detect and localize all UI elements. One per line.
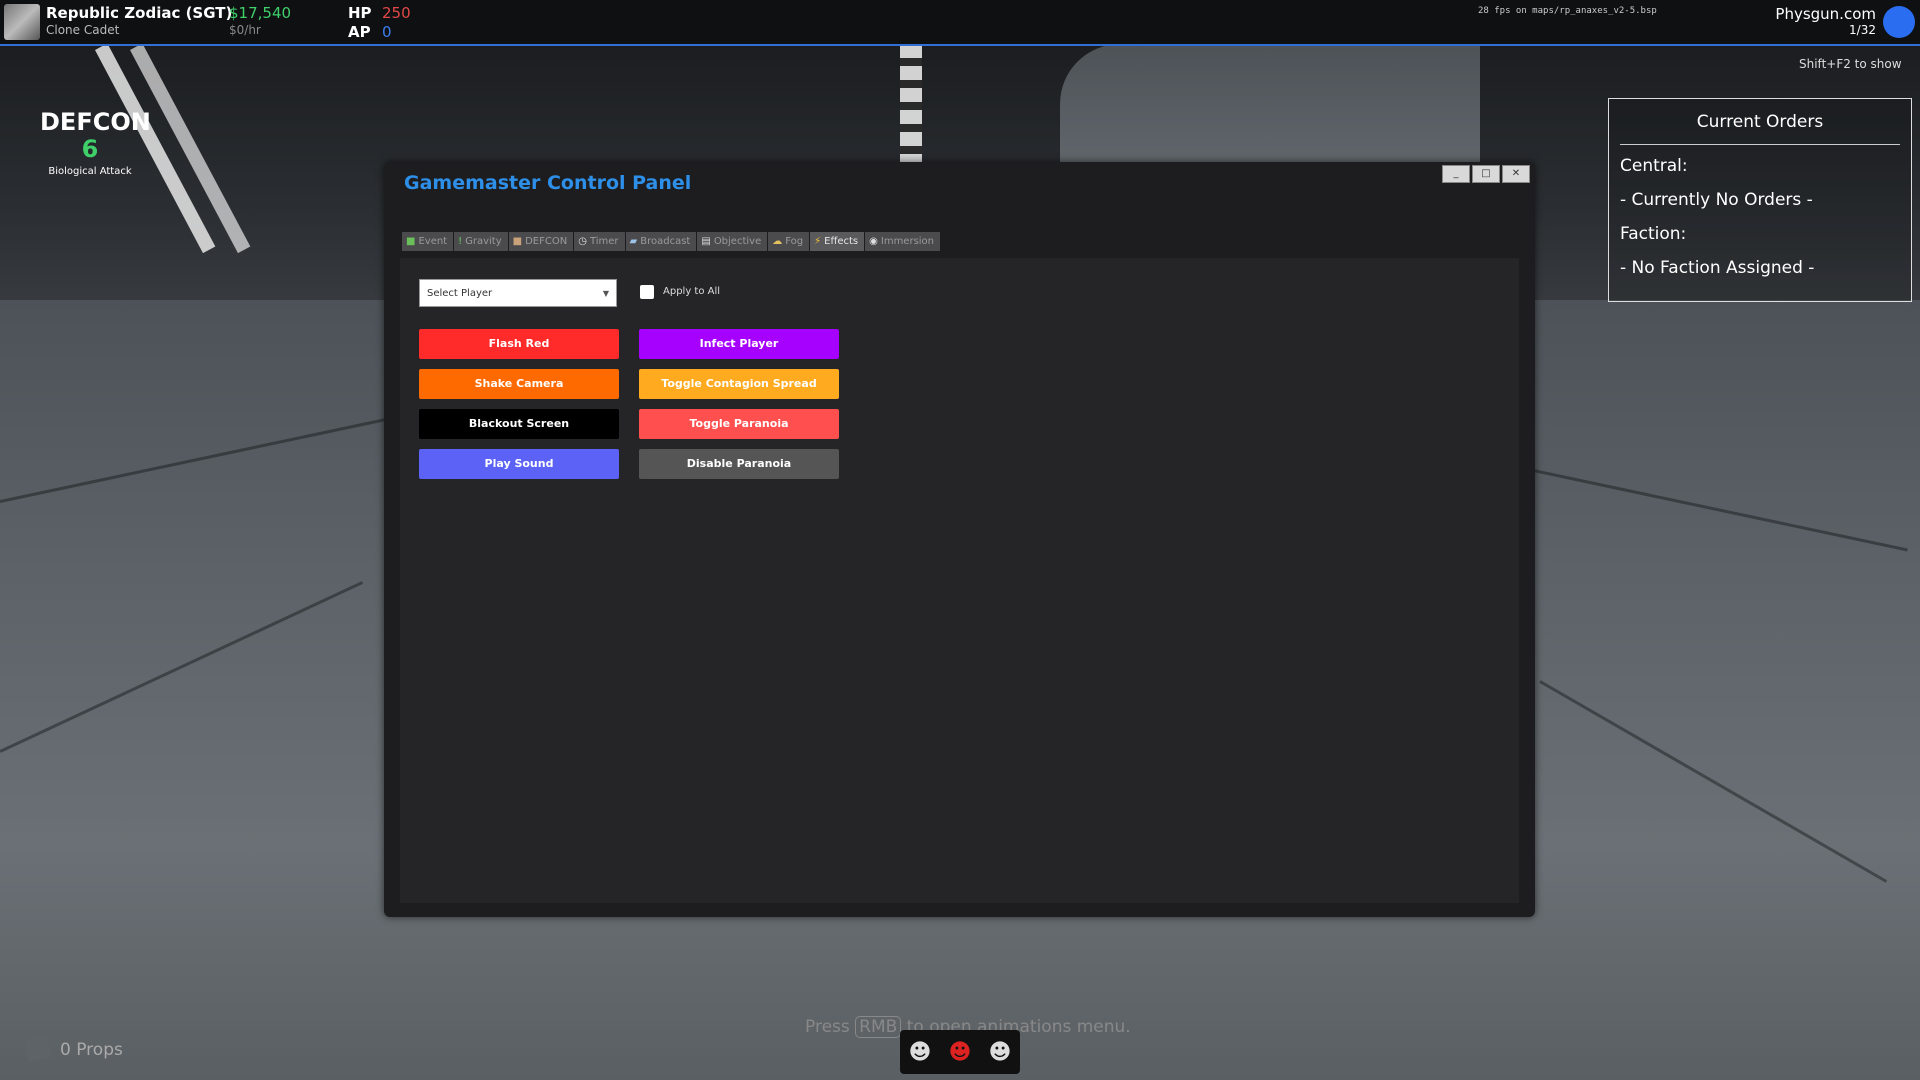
anim-hint-press: Press xyxy=(805,1017,850,1037)
defcon-indicator: DEFCON 6 Biological Attack xyxy=(40,108,151,177)
props-count: 0 Props xyxy=(60,1040,123,1060)
orders-central-value: - Currently No Orders - xyxy=(1620,190,1813,210)
hp-value: 250 xyxy=(382,4,411,22)
toggle-paranoia-button[interactable]: Toggle Paranoia xyxy=(639,409,839,439)
flash-red-button[interactable]: Flash Red xyxy=(419,329,619,359)
player-rank: Clone Cadet xyxy=(46,23,120,37)
hp-label: HP xyxy=(348,4,372,22)
orders-faction-label: Faction: xyxy=(1620,224,1687,244)
voice-loud-icon: ☻ xyxy=(988,1039,1012,1065)
minimize-button[interactable]: _ xyxy=(1442,165,1470,183)
defcon-subtitle: Biological Attack xyxy=(48,166,132,177)
ap-value: 0 xyxy=(382,23,392,41)
tab-label: Event xyxy=(418,236,448,247)
apply-to-all-checkbox[interactable] xyxy=(640,285,654,299)
tab-label: Broadcast xyxy=(640,236,691,247)
timer-icon: ◷ xyxy=(578,236,587,247)
tab-label: Timer xyxy=(589,236,619,247)
broadcast-icon: ▰ xyxy=(629,236,638,247)
apply-to-all-label: Apply to All xyxy=(663,286,721,297)
defcon-level: 6 xyxy=(81,135,99,163)
server-logo-icon xyxy=(1883,6,1915,38)
select-player-value: Select Player xyxy=(427,288,493,299)
tab-label: Effects xyxy=(824,236,859,247)
immersion-icon: ◉ xyxy=(869,236,878,247)
tab-timer[interactable]: ◷ Timer xyxy=(574,232,625,251)
orders-divider xyxy=(1620,144,1900,145)
blackout-screen-button[interactable]: Blackout Screen xyxy=(419,409,619,439)
toggle-contagion-button[interactable]: Toggle Contagion Spread xyxy=(639,369,839,399)
top-hud-bar: Republic Zodiac (SGT) Clone Cadet $17,54… xyxy=(0,0,1920,46)
current-orders-box: Current Orders Central: - Currently No O… xyxy=(1608,98,1912,302)
voice-active-icon: ☻ xyxy=(948,1039,972,1065)
money-value: $17,540 xyxy=(229,4,292,22)
tab-gravity[interactable]: ! Gravity xyxy=(454,232,508,251)
defcon-icon: ■ xyxy=(512,236,523,247)
server-name: Physgun.com xyxy=(1775,5,1876,23)
objective-icon: ▤ xyxy=(701,236,711,247)
tab-label: Immersion xyxy=(880,236,935,247)
orders-central-label: Central: xyxy=(1620,156,1688,176)
tab-broadcast[interactable]: ▰ Broadcast xyxy=(625,232,697,251)
voice-chat-indicator: ☻ ☻ ☻ xyxy=(900,1030,1020,1074)
orders-title: Current Orders xyxy=(1696,112,1824,132)
tab-label: Fog xyxy=(785,236,804,247)
window-controls: _ □ ✕ xyxy=(1442,165,1530,183)
tab-event[interactable]: ■ Event xyxy=(402,232,454,251)
tab-label: DEFCON xyxy=(525,236,568,247)
tab-immersion[interactable]: ◉ Immersion xyxy=(865,232,941,251)
gamemaster-control-panel: Gamemaster Control Panel _ □ ✕ ■ Event ! G… xyxy=(384,162,1535,917)
panel-title: Gamemaster Control Panel xyxy=(404,172,692,194)
fog-icon: ☁ xyxy=(772,236,783,247)
player-name: Republic Zodiac (SGT) xyxy=(46,4,233,22)
tab-fog[interactable]: ☁ Fog xyxy=(768,232,810,251)
anim-hint-key: RMB xyxy=(855,1016,902,1038)
orders-faction-value: - No Faction Assigned - xyxy=(1620,258,1815,278)
salary-value: $0/hr xyxy=(229,23,261,37)
voice-head-icon: ☻ xyxy=(908,1039,932,1065)
tab-effects[interactable]: ⚡ Effects xyxy=(810,232,865,251)
defcon-title: DEFCON xyxy=(40,108,151,136)
fps-readout: 28 fps on maps/rp_anaxes_v2-5.bsp xyxy=(1478,6,1657,16)
chevron-down-icon: ▼ xyxy=(602,289,609,298)
floor-seam xyxy=(1539,680,1888,883)
tab-label: Gravity xyxy=(465,236,502,247)
effects-tab-content: Select Player ▼ Apply to All Flash Red S… xyxy=(400,258,1519,903)
avatar xyxy=(4,4,40,40)
tab-label: Objective xyxy=(713,236,762,247)
player-count: 1/32 xyxy=(1849,23,1876,37)
infect-player-button[interactable]: Infect Player xyxy=(639,329,839,359)
select-player-dropdown[interactable]: Select Player ▼ xyxy=(419,279,617,307)
floor-seam xyxy=(0,581,364,753)
shift-f2-hint: Shift+F2 to show xyxy=(1799,57,1902,71)
disable-paranoia-button[interactable]: Disable Paranoia xyxy=(639,449,839,479)
gravity-icon: ! xyxy=(458,236,463,247)
ap-label: AP xyxy=(348,23,371,41)
maximize-button[interactable]: □ xyxy=(1472,165,1500,183)
panel-tabs: ■ Event ! Gravity ■ DEFCON ◷ Timer ▰ Broadcas… xyxy=(402,232,941,251)
close-button[interactable]: ✕ xyxy=(1502,165,1530,183)
event-icon: ■ xyxy=(406,236,416,247)
tab-objective[interactable]: ▤ Objective xyxy=(697,232,768,251)
effects-icon: ⚡ xyxy=(814,236,822,247)
tab-defcon[interactable]: ■ DEFCON xyxy=(508,232,574,251)
shake-camera-button[interactable]: Shake Camera xyxy=(419,369,619,399)
play-sound-button[interactable]: Play Sound xyxy=(419,449,619,479)
